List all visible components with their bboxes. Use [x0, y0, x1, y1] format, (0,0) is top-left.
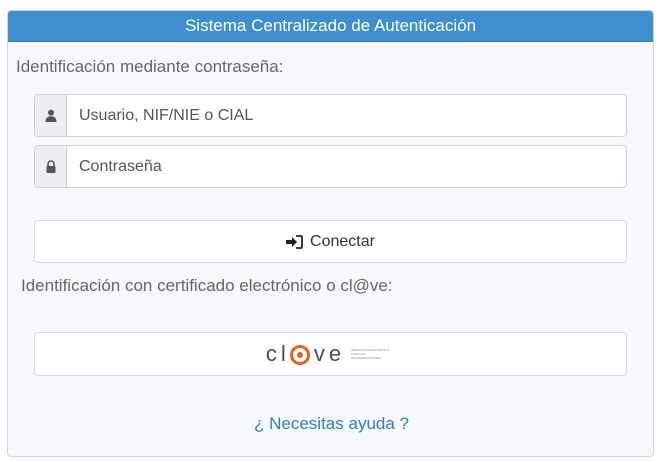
password-input[interactable] — [67, 146, 626, 187]
certificate-section-label: Identificación con certificado electróni… — [21, 276, 393, 295]
clave-logo-text-left: cl — [265, 341, 290, 366]
username-input[interactable] — [67, 95, 626, 136]
password-section-label: Identificación mediante contraseña: — [16, 57, 284, 76]
clave-login-button[interactable]: cl ve Identidad electrónica para las adm… — [34, 332, 627, 376]
connect-button[interactable]: Conectar — [34, 220, 627, 263]
panel-title: Sistema Centralizado de Autenticación — [8, 11, 653, 42]
clave-logo: cl ve Identidad electrónica para las adm… — [266, 341, 395, 367]
password-field-group — [34, 145, 627, 188]
clave-logo-tagline: Identidad electrónica para las administr… — [351, 348, 390, 360]
user-icon — [35, 95, 67, 136]
lock-icon — [35, 146, 67, 187]
sign-in-icon — [286, 234, 303, 249]
clave-at-icon — [289, 345, 310, 365]
clave-logo-text-right: ve — [313, 341, 346, 366]
username-field-group — [34, 94, 627, 137]
connect-button-label: Conectar — [310, 232, 375, 250]
help-link[interactable]: ¿ Necesitas ayuda ? — [0, 414, 663, 434]
